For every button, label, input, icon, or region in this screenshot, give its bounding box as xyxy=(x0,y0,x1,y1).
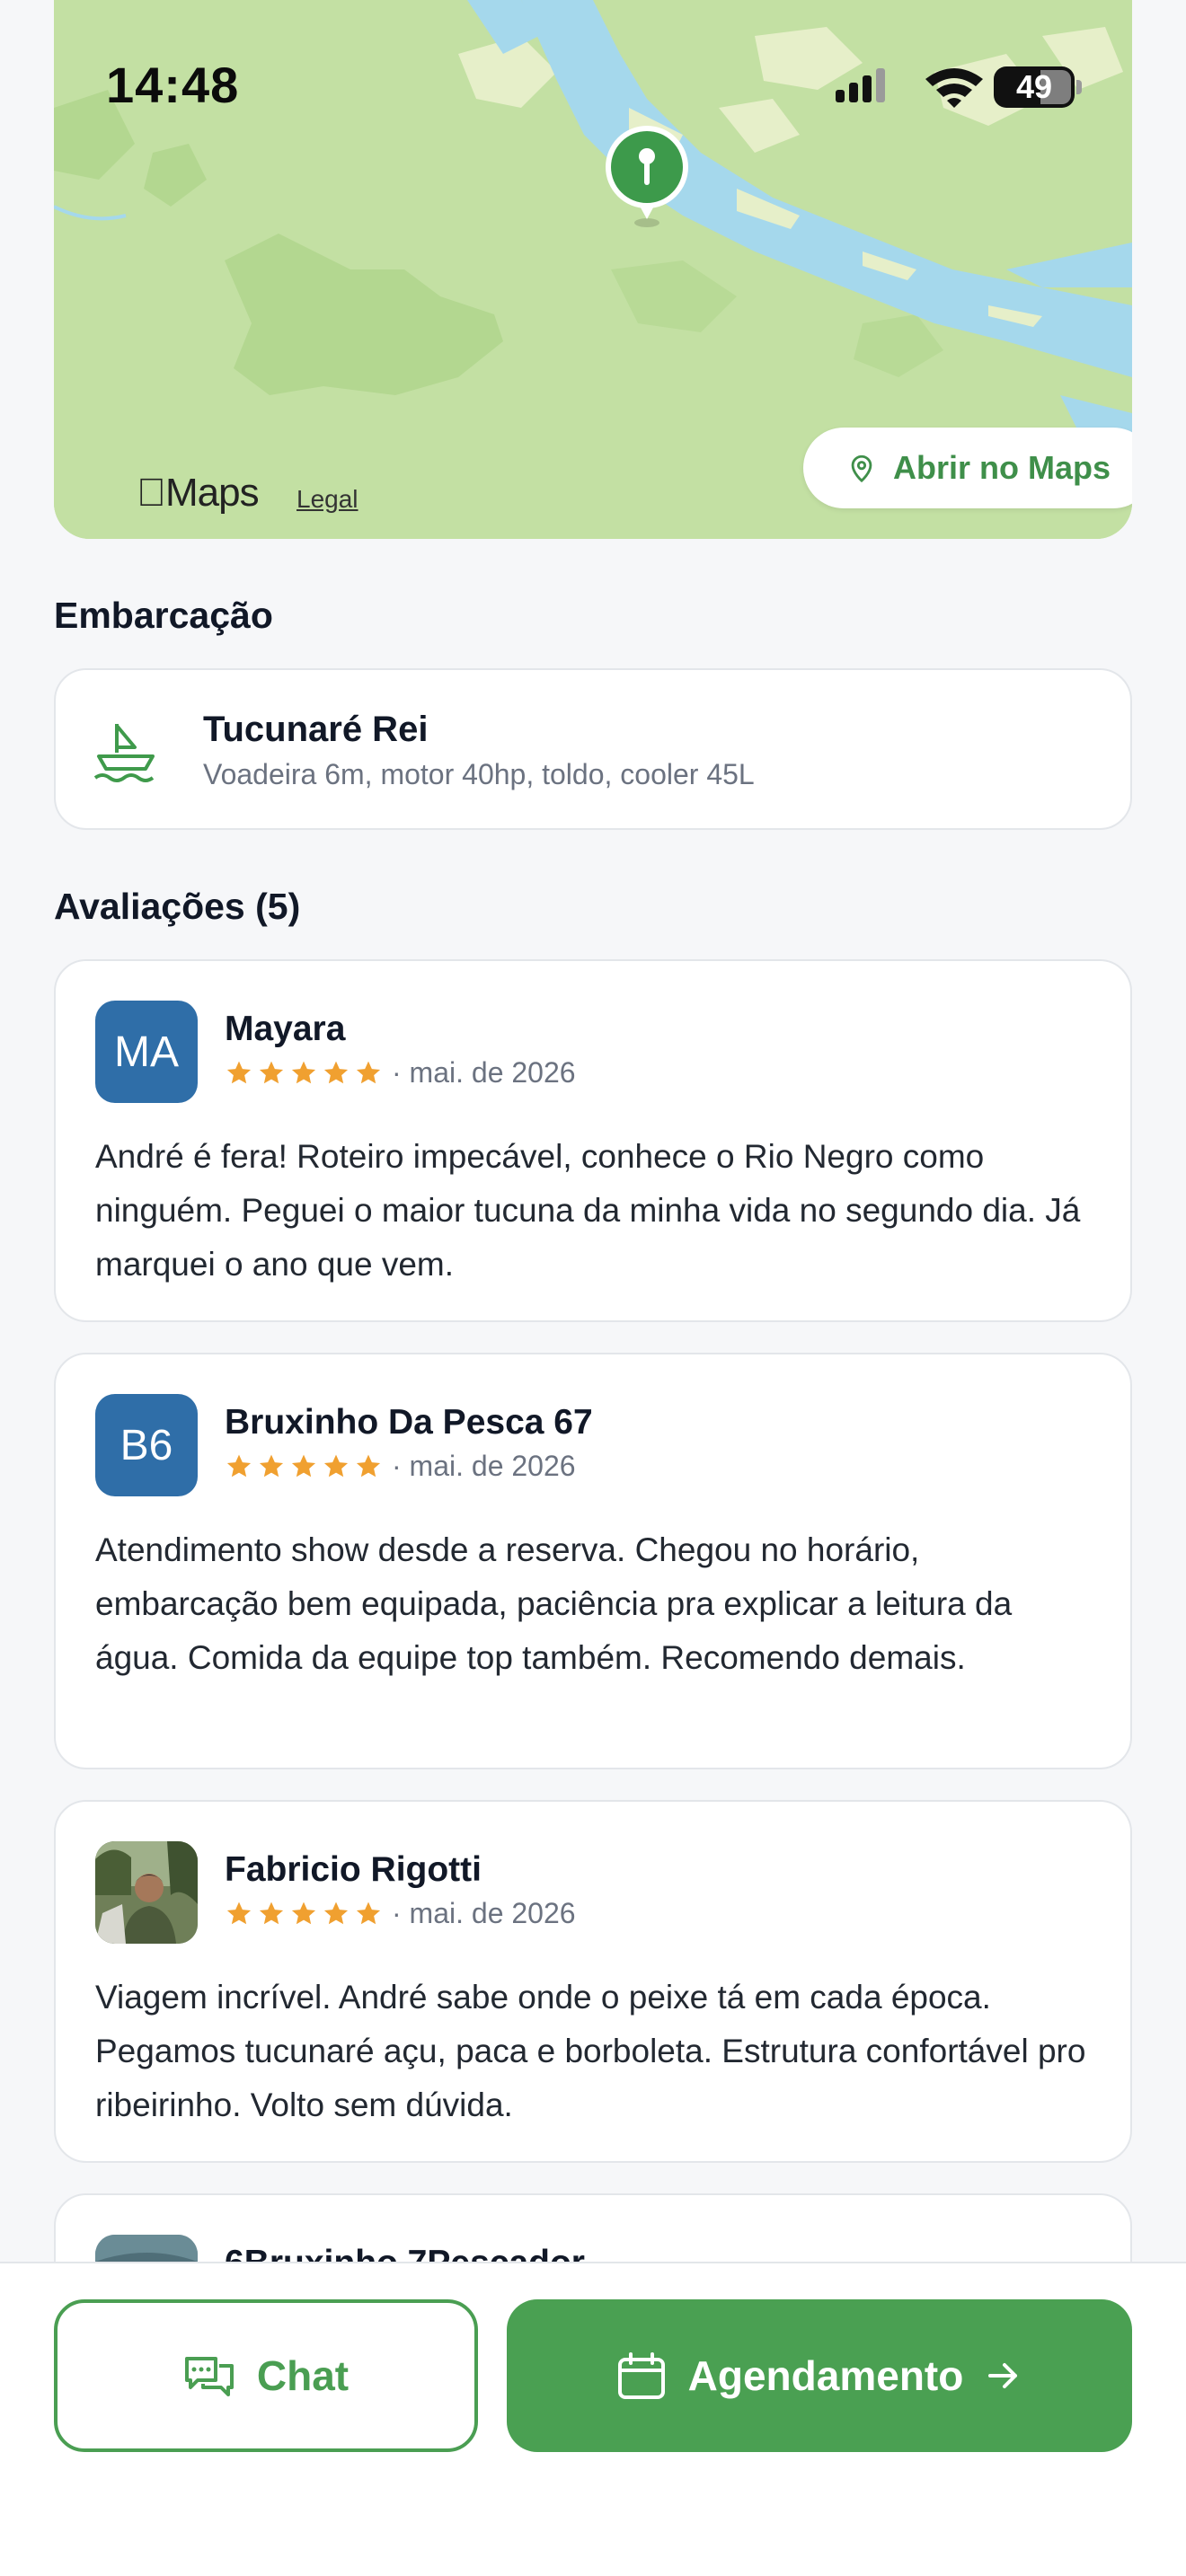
review-card: Fabricio Rigotti · mai. de 2026 Viagem i… xyxy=(54,1800,1132,2163)
arrow-right-icon xyxy=(988,2363,1018,2388)
map-pin-icon[interactable] xyxy=(604,122,690,230)
battery-level: 49 xyxy=(1015,68,1053,105)
review-meta: · mai. de 2026 xyxy=(225,1450,576,1483)
signal-icon xyxy=(836,68,885,102)
booking-button-label: Agendamento xyxy=(687,2352,964,2399)
star-icon xyxy=(356,1454,381,1477)
star-icon xyxy=(323,1901,349,1924)
review-meta: · mai. de 2026 xyxy=(225,1897,576,1930)
review-text: Viagem incrível. André sabe onde o peixe… xyxy=(95,1979,1086,2123)
open-in-maps-button[interactable]: Abrir no Maps xyxy=(803,428,1132,508)
reviews-section-title: Avaliações (5) xyxy=(54,886,301,927)
review-date: · mai. de 2026 xyxy=(392,1897,576,1929)
reviewer-name: Mayara xyxy=(225,1010,346,1048)
reviewer-name: Fabricio Rigotti xyxy=(225,1850,482,1889)
review-card: B6 Bruxinho Da Pesca 67 · mai. de 2026 A… xyxy=(54,1353,1132,1769)
chat-button-label: Chat xyxy=(256,2352,350,2399)
star-icon xyxy=(291,1901,316,1924)
rating-stars xyxy=(225,1059,383,1088)
review-date: · mai. de 2026 xyxy=(392,1056,576,1089)
battery-nub xyxy=(1076,80,1082,94)
apple-maps-logo: Maps xyxy=(137,471,260,516)
review-date: · mai. de 2026 xyxy=(392,1450,576,1482)
star-icon xyxy=(259,1901,284,1924)
boat-icon xyxy=(93,724,155,782)
bottom-action-bar: Chat Agendamento xyxy=(0,2262,1186,2576)
star-icon xyxy=(356,1901,381,1924)
review-text: Atendimento show desde a reserva. Chegou… xyxy=(95,1531,1013,1676)
star-icon xyxy=(323,1454,349,1477)
star-icon xyxy=(226,1061,252,1083)
review-meta: · mai. de 2026 xyxy=(225,1056,576,1090)
rating-stars xyxy=(225,1452,383,1481)
page: Maps Legal Abrir no Maps 14:48 49 xyxy=(0,0,1186,2576)
star-icon xyxy=(291,1061,316,1083)
star-icon xyxy=(226,1901,252,1924)
avatar xyxy=(95,1841,198,1944)
star-icon xyxy=(259,1061,284,1083)
review-card: MA Mayara · mai. de 2026 André é fera! R… xyxy=(54,959,1132,1322)
rating-stars xyxy=(225,1900,383,1928)
chat-button[interactable]: Chat xyxy=(54,2299,478,2452)
wifi-icon xyxy=(925,68,983,108)
avatar-photo xyxy=(95,1841,198,1944)
chat-icon xyxy=(184,2357,234,2396)
vessel-description: Voadeira 6m, motor 40hp, toldo, cooler 4… xyxy=(203,758,755,790)
battery-icon: 49 xyxy=(994,66,1075,108)
avatar: MA xyxy=(95,1001,198,1103)
open-in-maps-label: Abrir no Maps xyxy=(892,449,1111,486)
location-pin-icon xyxy=(851,454,872,483)
vessel-card[interactable]: Tucunaré Rei Voadeira 6m, motor 40hp, to… xyxy=(54,668,1132,830)
star-icon xyxy=(226,1454,252,1477)
legal-link[interactable]: Legal xyxy=(296,485,358,514)
reviewer-name: Bruxinho Da Pesca 67 xyxy=(225,1403,593,1442)
avatar: B6 xyxy=(95,1394,198,1496)
calendar-icon xyxy=(617,2352,665,2399)
vessel-name: Tucunaré Rei xyxy=(203,710,429,749)
star-icon xyxy=(291,1454,316,1477)
apple-logo-icon:  xyxy=(137,471,166,515)
star-icon xyxy=(259,1454,284,1477)
star-icon xyxy=(356,1061,381,1083)
review-text: André é fera! Roteiro impecável, conhece… xyxy=(95,1138,1081,1283)
star-icon xyxy=(323,1061,349,1083)
status-time: 14:48 xyxy=(106,57,240,113)
booking-button[interactable]: Agendamento xyxy=(507,2299,1132,2452)
vessel-section-title: Embarcação xyxy=(54,595,273,636)
maps-provider-label: Maps xyxy=(137,471,260,515)
